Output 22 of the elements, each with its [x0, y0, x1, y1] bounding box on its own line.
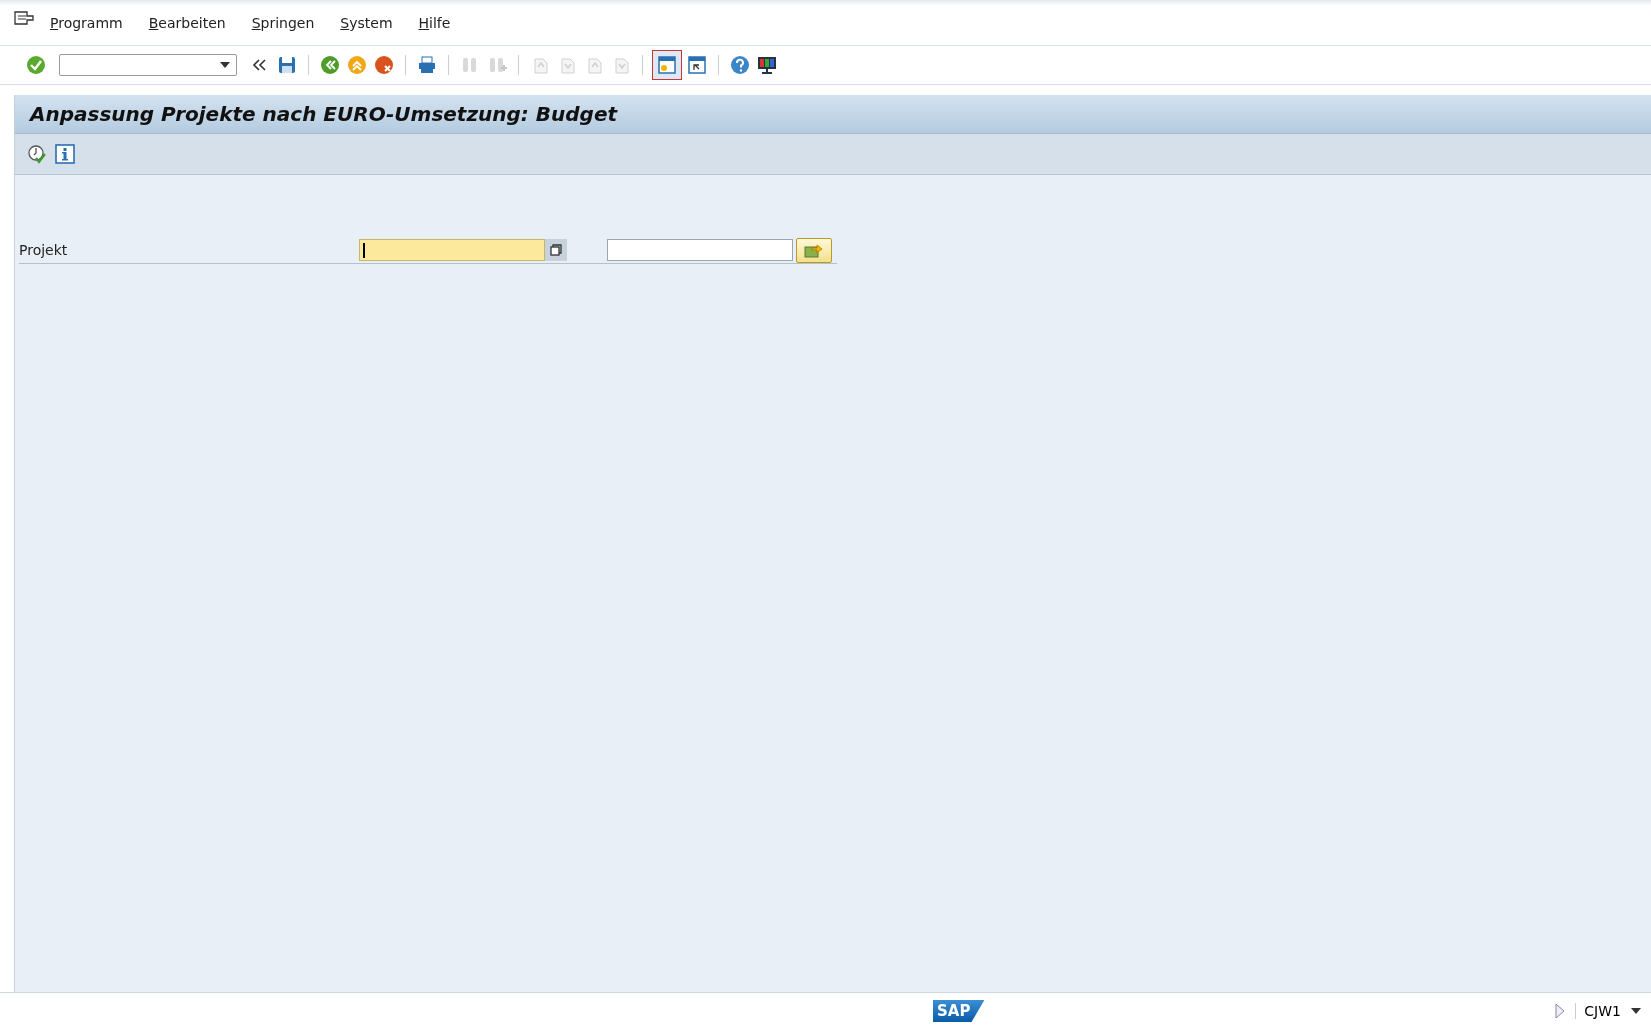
copy-icon: [550, 244, 562, 256]
menu-item[interactable]: Hilfe: [418, 14, 451, 31]
menu-item[interactable]: Springen: [251, 14, 315, 31]
dropdown-caret-icon[interactable]: [220, 62, 230, 68]
dropdown-caret-icon[interactable]: [1631, 1008, 1641, 1014]
menu-item[interactable]: System: [340, 14, 393, 31]
new-window-icon[interactable]: [652, 50, 682, 80]
command-field[interactable]: [59, 54, 237, 76]
screen-title: Anpassung Projekte nach EURO-Umsetzung: Budget: [30, 102, 618, 126]
project-to-field[interactable]: [607, 239, 793, 261]
menu-icon[interactable]: [14, 9, 34, 26]
info-icon[interactable]: [55, 144, 75, 164]
menu-item[interactable]: Programm: [50, 14, 123, 31]
multiple-selection-arrow-button[interactable]: [796, 237, 832, 263]
project-from-field[interactable]: [359, 239, 545, 261]
transaction-code: CJW1: [1575, 1003, 1621, 1019]
sap-logo: SAP: [933, 1000, 985, 1022]
menu-item[interactable]: Bearbeiten: [148, 14, 226, 31]
expand-arrow-icon[interactable]: [1555, 1003, 1566, 1019]
clock-check-icon[interactable]: [27, 144, 47, 164]
multiple-selection-button[interactable]: [545, 239, 567, 261]
field-label: Projekt: [19, 242, 69, 258]
